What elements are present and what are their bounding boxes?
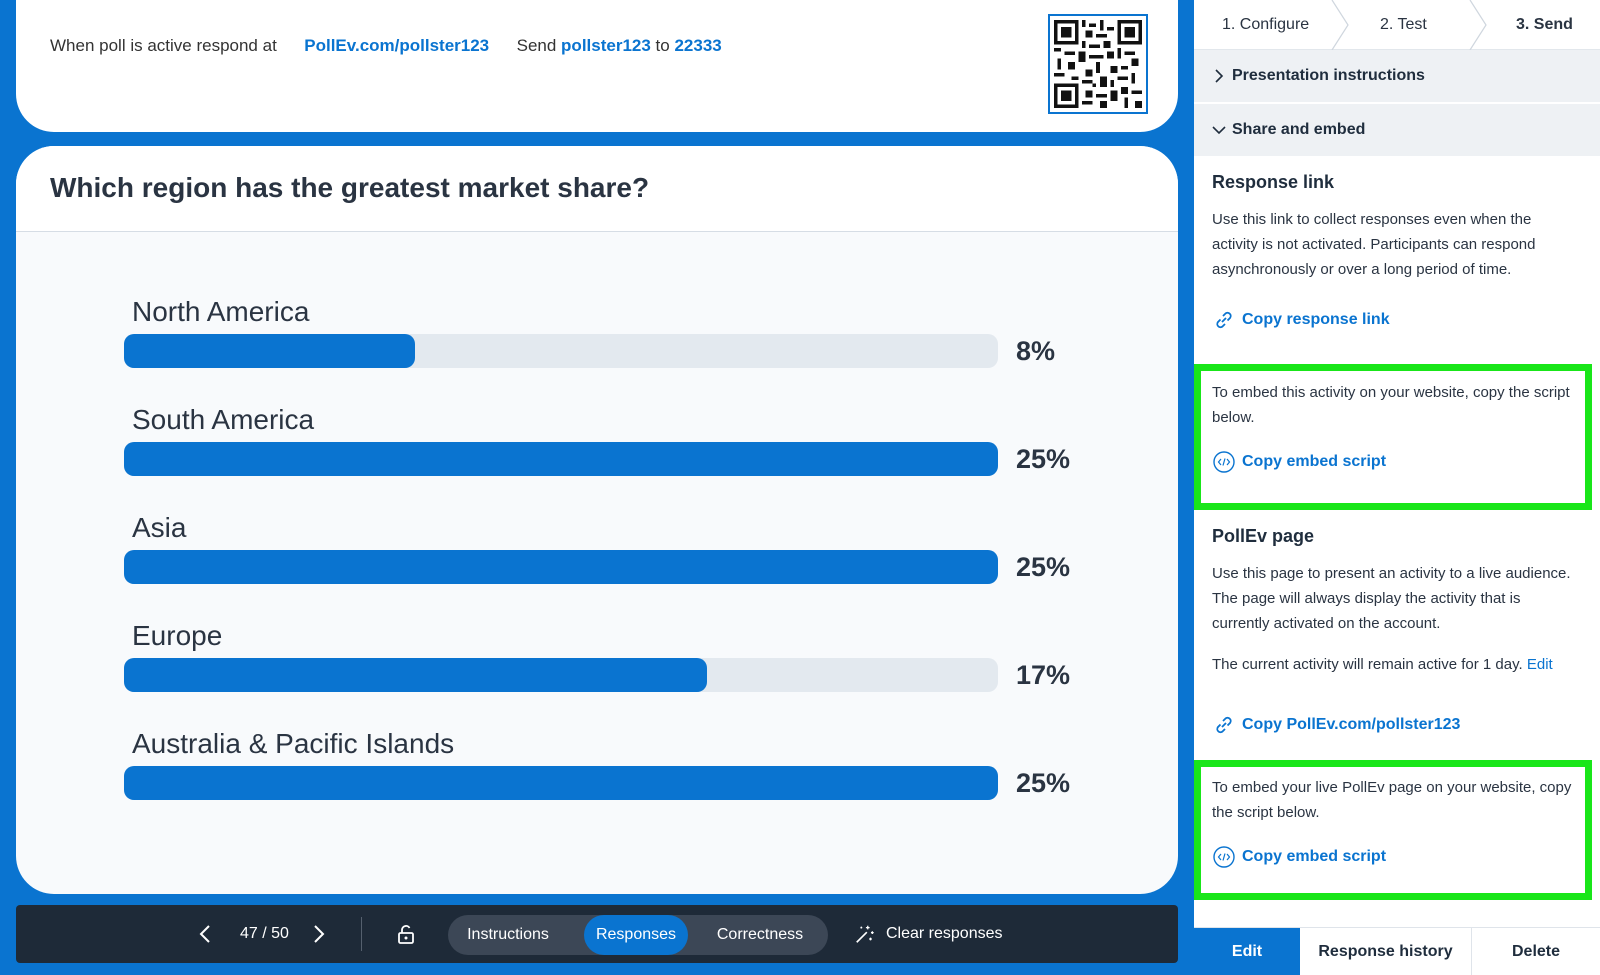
active-duration-text: The current activity will remain active … bbox=[1212, 652, 1580, 677]
option-bar-track bbox=[124, 442, 998, 476]
option-percent: 25% bbox=[1016, 444, 1071, 474]
step-test[interactable]: 2. Test bbox=[1380, 0, 1427, 50]
share-embed-label: Share and embed bbox=[1232, 121, 1366, 138]
option-label: Europe bbox=[132, 620, 223, 651]
chevron-down-icon bbox=[1212, 126, 1226, 135]
page-indicator: 47 / 50 bbox=[240, 925, 289, 942]
option-bar-track bbox=[124, 766, 998, 800]
lock-toggle-button[interactable] bbox=[394, 905, 418, 963]
highlight-box bbox=[1194, 364, 1592, 510]
panel-footer: Edit Response history Delete bbox=[1194, 927, 1600, 975]
pollev-page-title: PollEv page bbox=[1212, 526, 1315, 546]
tab-instructions[interactable]: Instructions bbox=[448, 915, 568, 955]
step-configure[interactable]: 1. Configure bbox=[1222, 0, 1309, 50]
option-row: South America 25% bbox=[124, 404, 1084, 476]
copy-pollev-url-button[interactable]: Copy PollEv.com/pollster123 bbox=[1212, 713, 1580, 737]
clear-sparkle-icon bbox=[856, 925, 874, 943]
highlight-box bbox=[1194, 760, 1592, 900]
activity-side-panel: 1. Configure 2. Test 3. Send Presentatio… bbox=[1194, 0, 1600, 975]
option-percent: 25% bbox=[1016, 768, 1071, 798]
active-duration-label: The current activity will remain active … bbox=[1212, 656, 1523, 673]
respond-prefix: When poll is active respond at bbox=[50, 36, 277, 55]
link-icon bbox=[1216, 716, 1232, 734]
previous-button[interactable] bbox=[194, 905, 218, 963]
send-word: Send bbox=[516, 36, 557, 55]
qr-code-icon[interactable] bbox=[1048, 14, 1148, 114]
view-mode-segmented-control: Instructions Responses Correctness bbox=[448, 915, 828, 955]
share-embed-toggle[interactable]: Share and embed bbox=[1194, 104, 1600, 158]
response-link-title: Response link bbox=[1212, 172, 1335, 192]
option-row: Europe 17% bbox=[124, 620, 1084, 692]
option-row: North America 8% bbox=[124, 296, 1084, 368]
chevron-right-icon bbox=[1215, 69, 1224, 83]
toolbar-divider bbox=[361, 917, 362, 951]
option-bar-fill bbox=[124, 334, 416, 368]
option-label: Australia & Pacific Islands bbox=[132, 728, 455, 759]
step-separator bbox=[1469, 0, 1487, 50]
text-number: 22333 bbox=[674, 36, 722, 55]
link-icon bbox=[1216, 311, 1232, 329]
option-percent: 25% bbox=[1016, 552, 1071, 582]
question-title: Which region has the greatest market sha… bbox=[50, 172, 650, 203]
tab-responses[interactable]: Responses bbox=[584, 915, 688, 955]
clear-responses-label: Clear responses bbox=[886, 925, 1003, 942]
option-bar-track bbox=[124, 334, 998, 368]
copy-response-link-button[interactable]: Copy response link bbox=[1212, 308, 1580, 332]
option-bar-track bbox=[124, 658, 998, 692]
option-bar-track bbox=[124, 550, 998, 584]
presentation-instructions-toggle[interactable]: Presentation instructions bbox=[1194, 50, 1600, 104]
to-word: to bbox=[655, 36, 670, 55]
option-bar-fill bbox=[124, 550, 998, 584]
respond-line: When poll is active respond at PollEv.co… bbox=[50, 36, 722, 56]
pollev-page-description: Use this page to present an activity to … bbox=[1212, 565, 1571, 632]
option-bar-fill bbox=[124, 658, 707, 692]
option-row: Asia 25% bbox=[124, 512, 1084, 584]
presentation-instructions-label: Presentation instructions bbox=[1232, 67, 1425, 84]
option-percent: 8% bbox=[1016, 336, 1056, 366]
delete-button[interactable]: Delete bbox=[1472, 928, 1600, 975]
presentation-toolbar: 47 / 50 Instructions Responses Correctne… bbox=[16, 905, 1178, 963]
question-header: Which region has the greatest market sha… bbox=[16, 146, 1178, 232]
option-label: Asia bbox=[132, 512, 187, 543]
option-row: Australia & Pacific Islands 25% bbox=[124, 728, 1084, 800]
option-bar-fill bbox=[124, 442, 998, 476]
copy-pollev-url-label: Copy PollEv.com/pollster123 bbox=[1242, 716, 1461, 733]
option-bar-fill bbox=[124, 766, 998, 800]
option-label: South America bbox=[132, 404, 315, 435]
respond-instructions-card: When poll is active respond at PollEv.co… bbox=[16, 0, 1178, 132]
edit-button[interactable]: Edit bbox=[1194, 928, 1300, 975]
pollev-page-section: PollEv page Use this page to present an … bbox=[1194, 526, 1600, 737]
step-separator bbox=[1331, 0, 1349, 50]
response-link-section: Response link Use this link to collect r… bbox=[1194, 172, 1600, 332]
unlock-icon bbox=[398, 925, 414, 944]
question-card: Which region has the greatest market sha… bbox=[16, 146, 1178, 894]
clear-responses-button[interactable]: Clear responses bbox=[854, 905, 1003, 963]
copy-response-link-label: Copy response link bbox=[1242, 311, 1390, 328]
chevron-right-icon bbox=[314, 925, 325, 943]
next-button[interactable] bbox=[306, 905, 330, 963]
respond-url[interactable]: PollEv.com/pollster123 bbox=[304, 36, 489, 55]
text-keyword: pollster123 bbox=[561, 36, 651, 55]
step-send[interactable]: 3. Send bbox=[1516, 0, 1573, 50]
tab-correctness[interactable]: Correctness bbox=[700, 915, 820, 955]
option-label: North America bbox=[132, 296, 310, 327]
response-history-button[interactable]: Response history bbox=[1300, 928, 1472, 975]
edit-duration-link[interactable]: Edit bbox=[1527, 656, 1553, 673]
chevron-left-icon bbox=[199, 925, 210, 943]
step-navigation: 1. Configure 2. Test 3. Send bbox=[1194, 0, 1600, 50]
option-percent: 17% bbox=[1016, 660, 1071, 690]
response-link-description: Use this link to collect responses even … bbox=[1212, 211, 1536, 278]
